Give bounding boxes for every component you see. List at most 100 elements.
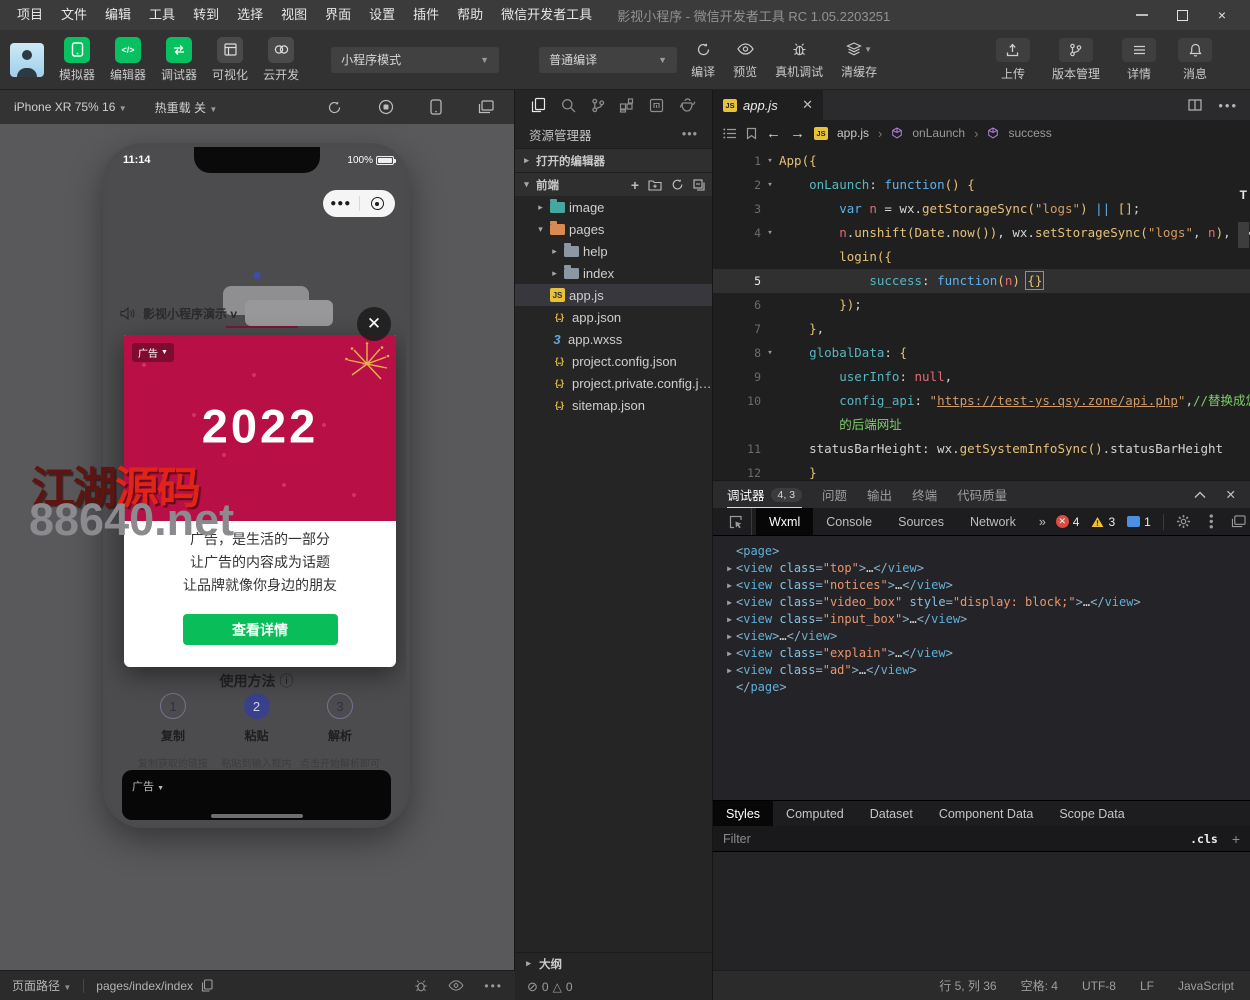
record-stop-icon[interactable] bbox=[378, 99, 394, 115]
close-panel-icon[interactable]: ✕ bbox=[1226, 487, 1236, 502]
menu-item[interactable]: 设置 bbox=[360, 0, 404, 30]
status-item[interactable]: LF bbox=[1140, 979, 1154, 993]
breadcrumb-symbol[interactable]: success bbox=[1008, 126, 1051, 140]
code-line[interactable]: 4 ▾ n.unshift(Date.now()), wx.setStorageS… bbox=[713, 221, 1250, 245]
inspect-element-icon[interactable] bbox=[721, 508, 752, 535]
search-icon[interactable] bbox=[561, 98, 576, 113]
code-line[interactable]: 7 }, bbox=[713, 317, 1250, 341]
files-icon[interactable] bbox=[531, 97, 546, 113]
outline-section[interactable]: ▸ 大纲 bbox=[515, 952, 712, 974]
ad-modal-close-button[interactable]: ✕ bbox=[357, 307, 391, 341]
tree-item-pages[interactable]: ▾ pages bbox=[515, 218, 712, 240]
view-details-button[interactable]: 查看详情 bbox=[182, 614, 338, 645]
copy-icon[interactable] bbox=[201, 979, 213, 992]
code-line[interactable]: 11 statusBarHeight: wx.getSystemInfoSync… bbox=[713, 437, 1250, 461]
menu-item[interactable]: 帮助 bbox=[448, 0, 492, 30]
debugger-toggle-button[interactable]: 调试器 bbox=[161, 36, 197, 83]
close-tab-icon[interactable]: ✕ bbox=[802, 97, 813, 113]
minimize-button[interactable] bbox=[1122, 0, 1162, 30]
page-path-select[interactable]: 页面路径 ▼ bbox=[12, 977, 71, 994]
messages-button[interactable]: 消息 bbox=[1178, 37, 1212, 82]
cls-button[interactable]: .cls bbox=[1190, 832, 1218, 846]
tree-item-app.wxss[interactable]: 3 app.wxss bbox=[515, 328, 712, 350]
remote-debug-button[interactable]: 真机调试 bbox=[775, 39, 823, 80]
nav-back-icon[interactable]: ← bbox=[766, 125, 781, 142]
more-actions-icon[interactable]: ••• bbox=[1218, 98, 1238, 113]
details-button[interactable]: 详情 bbox=[1122, 37, 1156, 82]
maximize-button[interactable] bbox=[1162, 0, 1202, 30]
upload-button[interactable]: 上传 bbox=[995, 37, 1030, 82]
tree-item-app.json[interactable]: {..} app.json bbox=[515, 306, 712, 328]
code-line[interactable]: 3 var n = wx.getStorageSync("logs") || [… bbox=[713, 197, 1250, 221]
code-line[interactable]: 2 ▾ onLaunch: function() { bbox=[713, 173, 1250, 197]
menu-item[interactable]: 视图 bbox=[272, 0, 316, 30]
code-line[interactable]: 的后端网址 bbox=[713, 413, 1250, 437]
menu-item[interactable]: 选择 bbox=[228, 0, 272, 30]
code-line[interactable]: 1 ▾ App({ bbox=[713, 149, 1250, 173]
add-style-icon[interactable]: + bbox=[1232, 831, 1240, 847]
debugger-tab-代码质量[interactable]: 代码质量 bbox=[957, 481, 1007, 508]
error-count-badge[interactable]: ✕ 4 bbox=[1055, 515, 1079, 529]
status-item[interactable]: 空格: 4 bbox=[1021, 977, 1058, 994]
project-root-section[interactable]: ▾ 前端 + bbox=[515, 172, 712, 196]
more-actions-icon[interactable]: ••• bbox=[484, 979, 503, 993]
multi-window-icon[interactable] bbox=[478, 100, 494, 114]
extensions-icon[interactable] bbox=[619, 97, 634, 113]
clear-cache-button[interactable]: ▼ 清缓存 bbox=[841, 39, 877, 80]
styles-tab-component-data[interactable]: Component Data bbox=[926, 801, 1047, 826]
bookmark-icon[interactable] bbox=[746, 127, 757, 140]
wxml-node[interactable]: ▶ < view class = "explain" >… </view > bbox=[723, 645, 1250, 662]
kebab-menu-icon[interactable]: ••• bbox=[1204, 513, 1218, 529]
menu-item[interactable]: 插件 bbox=[404, 0, 448, 30]
close-target-icon[interactable] bbox=[360, 197, 396, 210]
bottom-ad-banner[interactable]: 广告 ▼ bbox=[122, 770, 391, 820]
menu-item[interactable]: 转到 bbox=[184, 0, 228, 30]
settings-gear-icon[interactable] bbox=[1176, 514, 1191, 529]
expand-chevron-icon[interactable]: ▶ bbox=[723, 628, 736, 645]
npm-icon[interactable] bbox=[649, 98, 664, 113]
tree-item-sitemap.json[interactable]: {..} sitemap.json bbox=[515, 394, 712, 416]
new-folder-icon[interactable] bbox=[648, 179, 662, 191]
devtools-tab-Wxml[interactable]: Wxml bbox=[756, 508, 814, 535]
expand-chevron-icon[interactable]: ▶ bbox=[723, 645, 736, 662]
code-line[interactable]: 12 } bbox=[713, 461, 1250, 480]
menu-item[interactable]: 项目 bbox=[8, 0, 52, 30]
restart-icon[interactable] bbox=[327, 100, 342, 115]
debugger-tab-问题[interactable]: 问题 bbox=[822, 481, 847, 508]
more-actions-icon[interactable]: ••• bbox=[682, 127, 698, 141]
open-editors-section[interactable]: ▸ 打开的编辑器 bbox=[515, 148, 712, 172]
styles-filter-input[interactable] bbox=[723, 831, 1191, 846]
wxml-node[interactable]: < page > bbox=[723, 543, 1250, 560]
wxml-tree[interactable]: < page > ▶ < view class = "top" >… </view > ▶ < view … bbox=[713, 536, 1250, 800]
preview-button[interactable]: 预览 bbox=[733, 39, 757, 80]
tree-item-project.private.config.js...[interactable]: {..} project.private.config.js... bbox=[515, 372, 712, 394]
wxml-node[interactable]: ▶ < view class = "top" >… </view > bbox=[723, 560, 1250, 577]
problems-summary[interactable]: ⊘ 0 △ 0 bbox=[515, 974, 712, 1000]
code-editor[interactable]: T 1 ▾ App({2 ▾ onLaunch: function() {3 var … bbox=[713, 146, 1250, 480]
debugger-tab-调试器[interactable]: 调试器 4, 3 bbox=[727, 481, 803, 508]
wxml-node[interactable]: ▶ < view class = "ad" >… </view > bbox=[723, 662, 1250, 679]
wxml-node[interactable]: ▶ < view class = "notices" >… </view > bbox=[723, 577, 1250, 594]
nav-forward-icon[interactable]: → bbox=[790, 125, 805, 142]
styles-tab-computed[interactable]: Computed bbox=[773, 801, 857, 826]
wxml-node[interactable]: ▶ < view class = "video_box" style = "display:… bbox=[723, 594, 1250, 611]
wxml-node[interactable]: </page > bbox=[723, 679, 1250, 696]
message-count-badge[interactable]: 1 bbox=[1127, 515, 1151, 529]
status-item[interactable]: UTF-8 bbox=[1082, 979, 1116, 993]
collapse-all-icon[interactable] bbox=[693, 178, 706, 191]
tree-item-index[interactable]: ▸ index bbox=[515, 262, 712, 284]
dock-window-icon[interactable] bbox=[1231, 515, 1246, 528]
fold-chevron-icon[interactable]: ▾ bbox=[761, 341, 779, 365]
devtools-tab-Network[interactable]: Network bbox=[957, 508, 1029, 535]
version-manage-button[interactable]: 版本管理 bbox=[1052, 37, 1100, 82]
vconsole-icon[interactable] bbox=[414, 979, 428, 993]
styles-tab-dataset[interactable]: Dataset bbox=[857, 801, 926, 826]
wxml-node[interactable]: ▶ < view class = "input_box" >… </view > bbox=[723, 611, 1250, 628]
menu-item[interactable]: 编辑 bbox=[96, 0, 140, 30]
code-line[interactable]: 8 ▾ globalData: { bbox=[713, 341, 1250, 365]
status-item[interactable]: 行 5, 列 36 bbox=[939, 977, 996, 994]
simulator-toggle-button[interactable]: 模拟器 bbox=[59, 36, 95, 83]
breadcrumb-symbol[interactable]: onLaunch bbox=[912, 126, 965, 140]
fold-chevron-icon[interactable]: ▾ bbox=[761, 221, 779, 245]
devtools-tab-Sources[interactable]: Sources bbox=[885, 508, 957, 535]
